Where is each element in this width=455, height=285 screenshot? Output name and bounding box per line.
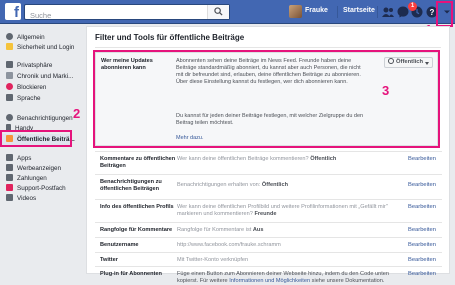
row-label: Plug-in für Abonnenten bbox=[100, 271, 162, 277]
home-link[interactable]: Startseite bbox=[343, 7, 375, 14]
video-icon bbox=[6, 194, 13, 201]
setting-row[interactable]: Info des öffentlichen Profils Wer kann d… bbox=[95, 199, 442, 221]
row-value: Benachrichtigungen erhalten von: Öffentl… bbox=[177, 182, 289, 188]
setting-row[interactable]: Plug-in für Abonnenten Füge einen Button… bbox=[95, 266, 442, 284]
edit-button[interactable]: Bearbeiten bbox=[408, 227, 436, 233]
row-label: Rangfolge für Kommentare bbox=[100, 227, 173, 233]
row-value: Füge einen Button zum Abonnieren deiner … bbox=[177, 271, 389, 284]
edit-button[interactable]: Bearbeiten bbox=[408, 271, 436, 277]
search-icon bbox=[214, 7, 223, 16]
sidebar-item-blockieren[interactable]: Blockieren bbox=[6, 83, 46, 94]
globe-icon bbox=[6, 114, 13, 121]
setting-row[interactable]: Rangfolge für Kommentare Rangfolge für K… bbox=[95, 222, 442, 237]
language-icon bbox=[6, 94, 13, 101]
divider bbox=[377, 6, 378, 18]
svg-text:?: ? bbox=[430, 8, 435, 17]
sidebar-item-privatsphaere[interactable]: Privatsphäre bbox=[6, 61, 52, 72]
lock-icon bbox=[6, 61, 13, 68]
row-value: Rangfolge für Kommentare ist Aus bbox=[177, 227, 264, 233]
payment-icon bbox=[6, 174, 13, 181]
gear-icon bbox=[6, 33, 13, 40]
divider bbox=[95, 47, 441, 48]
marker-2: 2 bbox=[73, 106, 81, 121]
top-navigation-bar: f Frauke Startseite 1 ? bbox=[0, 0, 455, 24]
sidebar-item-sprache[interactable]: Sprache bbox=[6, 94, 40, 105]
highlight-box-sidebar bbox=[0, 130, 72, 147]
friend-requests-icon[interactable] bbox=[381, 5, 395, 19]
ads-icon bbox=[6, 164, 13, 171]
facebook-logo[interactable]: f bbox=[5, 3, 21, 20]
apps-icon bbox=[6, 154, 13, 161]
edit-button[interactable]: Bearbeiten bbox=[408, 242, 436, 248]
setting-row[interactable]: Twitter Mit Twitter-Konto verknüpfen Bea… bbox=[95, 252, 442, 266]
setting-row[interactable]: Kommentare zu öffentlichen Beiträgen Wer… bbox=[95, 151, 442, 171]
shield-icon bbox=[6, 43, 13, 50]
edit-button[interactable]: Bearbeiten bbox=[408, 182, 436, 188]
settings-sidebar: Allgemein Sicherheit und Login Privatsph… bbox=[0, 26, 82, 274]
edit-button[interactable]: Bearbeiten bbox=[408, 204, 436, 210]
marker-3: 3 bbox=[382, 83, 390, 98]
highlight-box-setting bbox=[93, 50, 440, 148]
sidebar-item-videos[interactable]: Videos bbox=[6, 194, 36, 205]
avatar[interactable] bbox=[289, 5, 302, 18]
row-label: Twitter bbox=[100, 257, 118, 263]
row-value: http://www.facebook.com/frauke.schramm bbox=[177, 242, 281, 248]
setting-row[interactable]: Benutzername http://www.facebook.com/fra… bbox=[95, 237, 442, 252]
docs-link[interactable]: Informationen und Möglichkeiten bbox=[229, 278, 310, 284]
block-icon bbox=[6, 83, 13, 90]
page-title: Filter und Tools für öffentliche Beiträg… bbox=[95, 33, 245, 42]
edit-button[interactable]: Bearbeiten bbox=[408, 257, 436, 263]
support-icon bbox=[6, 184, 13, 191]
search-button[interactable] bbox=[207, 5, 229, 19]
sidebar-item-sicherheit[interactable]: Sicherheit und Login bbox=[6, 43, 74, 54]
row-value: Mit Twitter-Konto verknüpfen bbox=[177, 257, 249, 263]
timeline-icon bbox=[6, 72, 13, 79]
row-label: Kommentare zu öffentlichen Beiträgen bbox=[100, 156, 176, 169]
row-label: Benutzername bbox=[100, 242, 139, 248]
row-label: Benachrichtigungen zu öffentlichen Beitr… bbox=[100, 179, 162, 192]
divider bbox=[337, 6, 338, 18]
profile-link[interactable]: Frauke bbox=[305, 7, 328, 14]
notification-badge: 1 bbox=[408, 2, 417, 11]
edit-button[interactable]: Bearbeiten bbox=[408, 156, 436, 162]
highlight-box-menu bbox=[436, 1, 453, 27]
row-label: Info des öffentlichen Profils bbox=[100, 204, 174, 210]
search-input[interactable] bbox=[25, 8, 205, 23]
sidebar-item-chronik[interactable]: Chronik und Marki... bbox=[6, 72, 73, 83]
row-value: Wer kann deine öffentlichen Beiträge kom… bbox=[177, 156, 337, 162]
setting-row[interactable]: Benachrichtigungen zu öffentlichen Beitr… bbox=[95, 174, 442, 196]
row-value: Wer kann deine öffentlichen Profilbild u… bbox=[177, 204, 388, 217]
settings-panel: Filter und Tools für öffentliche Beiträg… bbox=[86, 26, 450, 284]
search-box bbox=[24, 4, 230, 23]
